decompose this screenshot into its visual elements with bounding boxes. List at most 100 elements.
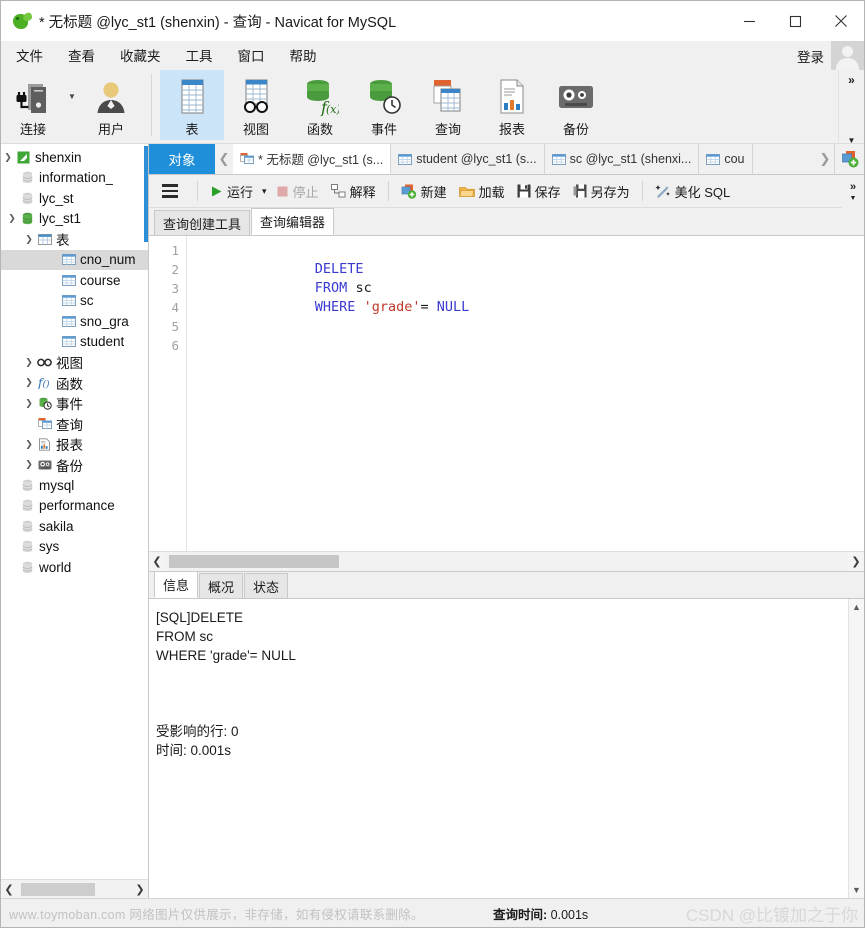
toolbar-query-button[interactable]: 查询 [416,70,480,140]
caret-up-icon[interactable]: ▲ [852,599,861,615]
tree-node-events[interactable]: ❯ 事件 [1,393,148,414]
chevron-down-icon[interactable]: ❯ [5,213,19,224]
tree-node-world[interactable]: world [1,557,148,578]
editor-horizontal-scrollbar[interactable]: ❮ ❯ [149,551,864,571]
connection-dropdown-caret-down-icon[interactable]: ▼ [65,70,79,140]
tree-node-cno-num[interactable]: cno_num [1,249,148,270]
menu-favorites[interactable]: 收藏夹 [110,41,171,69]
tab-student-table[interactable]: student @lyc_st1 (s... [391,144,545,174]
run-dropdown-caret-down-icon[interactable]: ▾ [259,178,270,204]
tree-node-reports[interactable]: ❯ 报表 [1,434,148,455]
toolbar-table-button[interactable]: 表 [160,70,224,140]
tree-node-shenxin[interactable]: ❯ shenxin [1,147,148,168]
chevron-right-icon[interactable]: ❯ [22,439,36,450]
tree-node-performance-schema[interactable]: performance [1,496,148,517]
toolbar-overflow[interactable]: » ▼ [838,70,864,145]
chevron-right-icon[interactable]: ❯ [22,398,36,409]
caret-down-icon[interactable]: ▼ [848,136,856,145]
menu-help[interactable]: 帮助 [280,41,327,69]
tree-node-views[interactable]: ❯ 视图 [1,352,148,373]
toolbar-user-button[interactable]: 用户 [79,70,143,140]
chevron-double-right-icon[interactable]: » [848,74,855,86]
menu-tools[interactable]: 工具 [176,41,223,69]
toolbar-view-button[interactable]: 视图 [224,70,288,140]
tree-node-sys[interactable]: sys [1,537,148,558]
beautify-sql-button[interactable]: 美化 SQL [649,178,737,204]
tab-label: sc @lyc_st1 (shenxi... [569,152,692,166]
sql-code-area[interactable]: DELETE FROM sc WHERE 'grade'= NULL [187,236,864,551]
tree-node-course[interactable]: course [1,270,148,291]
report-icon [493,76,531,118]
caret-down-icon[interactable]: ▼ [850,195,857,202]
menu-view[interactable]: 查看 [58,41,105,69]
line-number: 4 [171,300,179,315]
tabstrip-next-chevron-right-icon[interactable]: ❯ [816,144,834,174]
results-text[interactable]: [SQL]DELETE FROM sc WHERE 'grade'= NULL … [149,599,864,898]
tree-hscroll-thumb[interactable] [21,882,95,896]
tree-node-backups[interactable]: ❯ 备份 [1,455,148,476]
menu-file[interactable]: 文件 [6,41,53,69]
tab-course-table[interactable]: cou [699,144,753,174]
tab-untitled-query[interactable]: * 无标题 @lyc_st1 (s... [233,144,392,174]
toolbar-backup-button[interactable]: 备份 [544,70,608,140]
tab-objects[interactable]: 对象 [149,144,215,174]
maximize-icon[interactable] [772,1,818,41]
toolbar-connection-button[interactable]: 连接 [1,70,65,140]
toolbar-event-button[interactable]: 事件 [352,70,416,140]
object-tree[interactable]: ❯ shenxin information_ lyc_st ❯ lyc_st1 … [1,144,148,879]
run-button[interactable]: 运行 [204,178,259,204]
editor-hscroll-thumb[interactable] [169,555,339,568]
tab-profile[interactable]: 概况 [199,573,244,598]
login-button[interactable]: 登录 [797,46,831,66]
user-avatar-icon[interactable] [831,41,864,70]
sql-editor[interactable]: 1 2 3 4 5 6 DELETE FROM sc WHERE 'grade'… [149,236,864,551]
toolbar-report-button[interactable]: 报表 [480,70,544,140]
tree-node-lyc-st1[interactable]: ❯ lyc_st1 [1,209,148,230]
chevron-double-right-icon[interactable]: » [850,181,856,193]
tab-query-builder[interactable]: 查询创建工具 [154,210,251,235]
menu-window[interactable]: 窗口 [228,41,275,69]
tree-node-tables-folder[interactable]: ❯ 表 [1,229,148,250]
chevron-right-icon[interactable]: ❯ [848,555,864,568]
chevron-down-icon[interactable]: ❯ [22,234,36,245]
tree-vertical-scrollbar[interactable] [143,144,148,879]
chevron-right-icon[interactable]: ❯ [132,883,148,896]
tree-node-queries[interactable]: 查询 [1,414,148,435]
query-toolbar-overflow[interactable]: » ▼ [842,175,864,208]
tree-node-student[interactable]: student [1,332,148,353]
tree-node-functions[interactable]: ❯ f() 函数 [1,373,148,394]
tabstrip-prev-chevron-left-icon[interactable]: ❮ [215,144,233,174]
new-button[interactable]: 新建 [395,178,453,204]
chevron-right-icon[interactable]: ❯ [22,377,36,388]
tree-hscroll-track[interactable] [17,879,132,899]
hamburger-icon[interactable] [149,184,191,198]
save-as-button[interactable]: 另存为 [567,178,636,204]
minimize-icon[interactable] [726,1,772,41]
tree-horizontal-scrollbar[interactable]: ❮ ❯ [1,879,148,899]
caret-down-icon[interactable]: ▼ [852,882,861,898]
tree-node-lyc-st[interactable]: lyc_st [1,188,148,209]
tree-node-sc[interactable]: sc [1,291,148,312]
tab-info[interactable]: 信息 [154,571,199,598]
tree-node-sakila[interactable]: sakila [1,516,148,537]
tree-node-mysql[interactable]: mysql [1,475,148,496]
results-vertical-scrollbar[interactable]: ▲ ▼ [848,599,864,898]
save-button[interactable]: 保存 [511,178,567,204]
toolbar-function-button[interactable]: f (x) 函数 [288,70,352,140]
tree-node-information-schema[interactable]: information_ [1,168,148,189]
tree-node-sno-gra[interactable]: sno_gra [1,311,148,332]
load-button[interactable]: 加载 [453,178,511,204]
tab-sc-table[interactable]: sc @lyc_st1 (shenxi... [544,144,700,174]
chevron-right-icon[interactable]: ❯ [22,357,36,368]
new-tab-plus-icon[interactable] [834,144,864,174]
explain-button[interactable]: 解释 [325,178,382,204]
tab-status[interactable]: 状态 [244,573,289,598]
chevron-left-icon[interactable]: ❮ [149,555,165,568]
editor-hscroll-track[interactable] [165,552,848,571]
chevron-left-icon[interactable]: ❮ [1,883,17,896]
close-icon[interactable] [818,1,864,41]
tree-vertical-scroll-thumb[interactable] [144,146,148,242]
chevron-down-icon[interactable]: ❯ [1,152,15,163]
tab-query-editor[interactable]: 查询编辑器 [251,208,335,235]
chevron-right-icon[interactable]: ❯ [22,459,36,470]
